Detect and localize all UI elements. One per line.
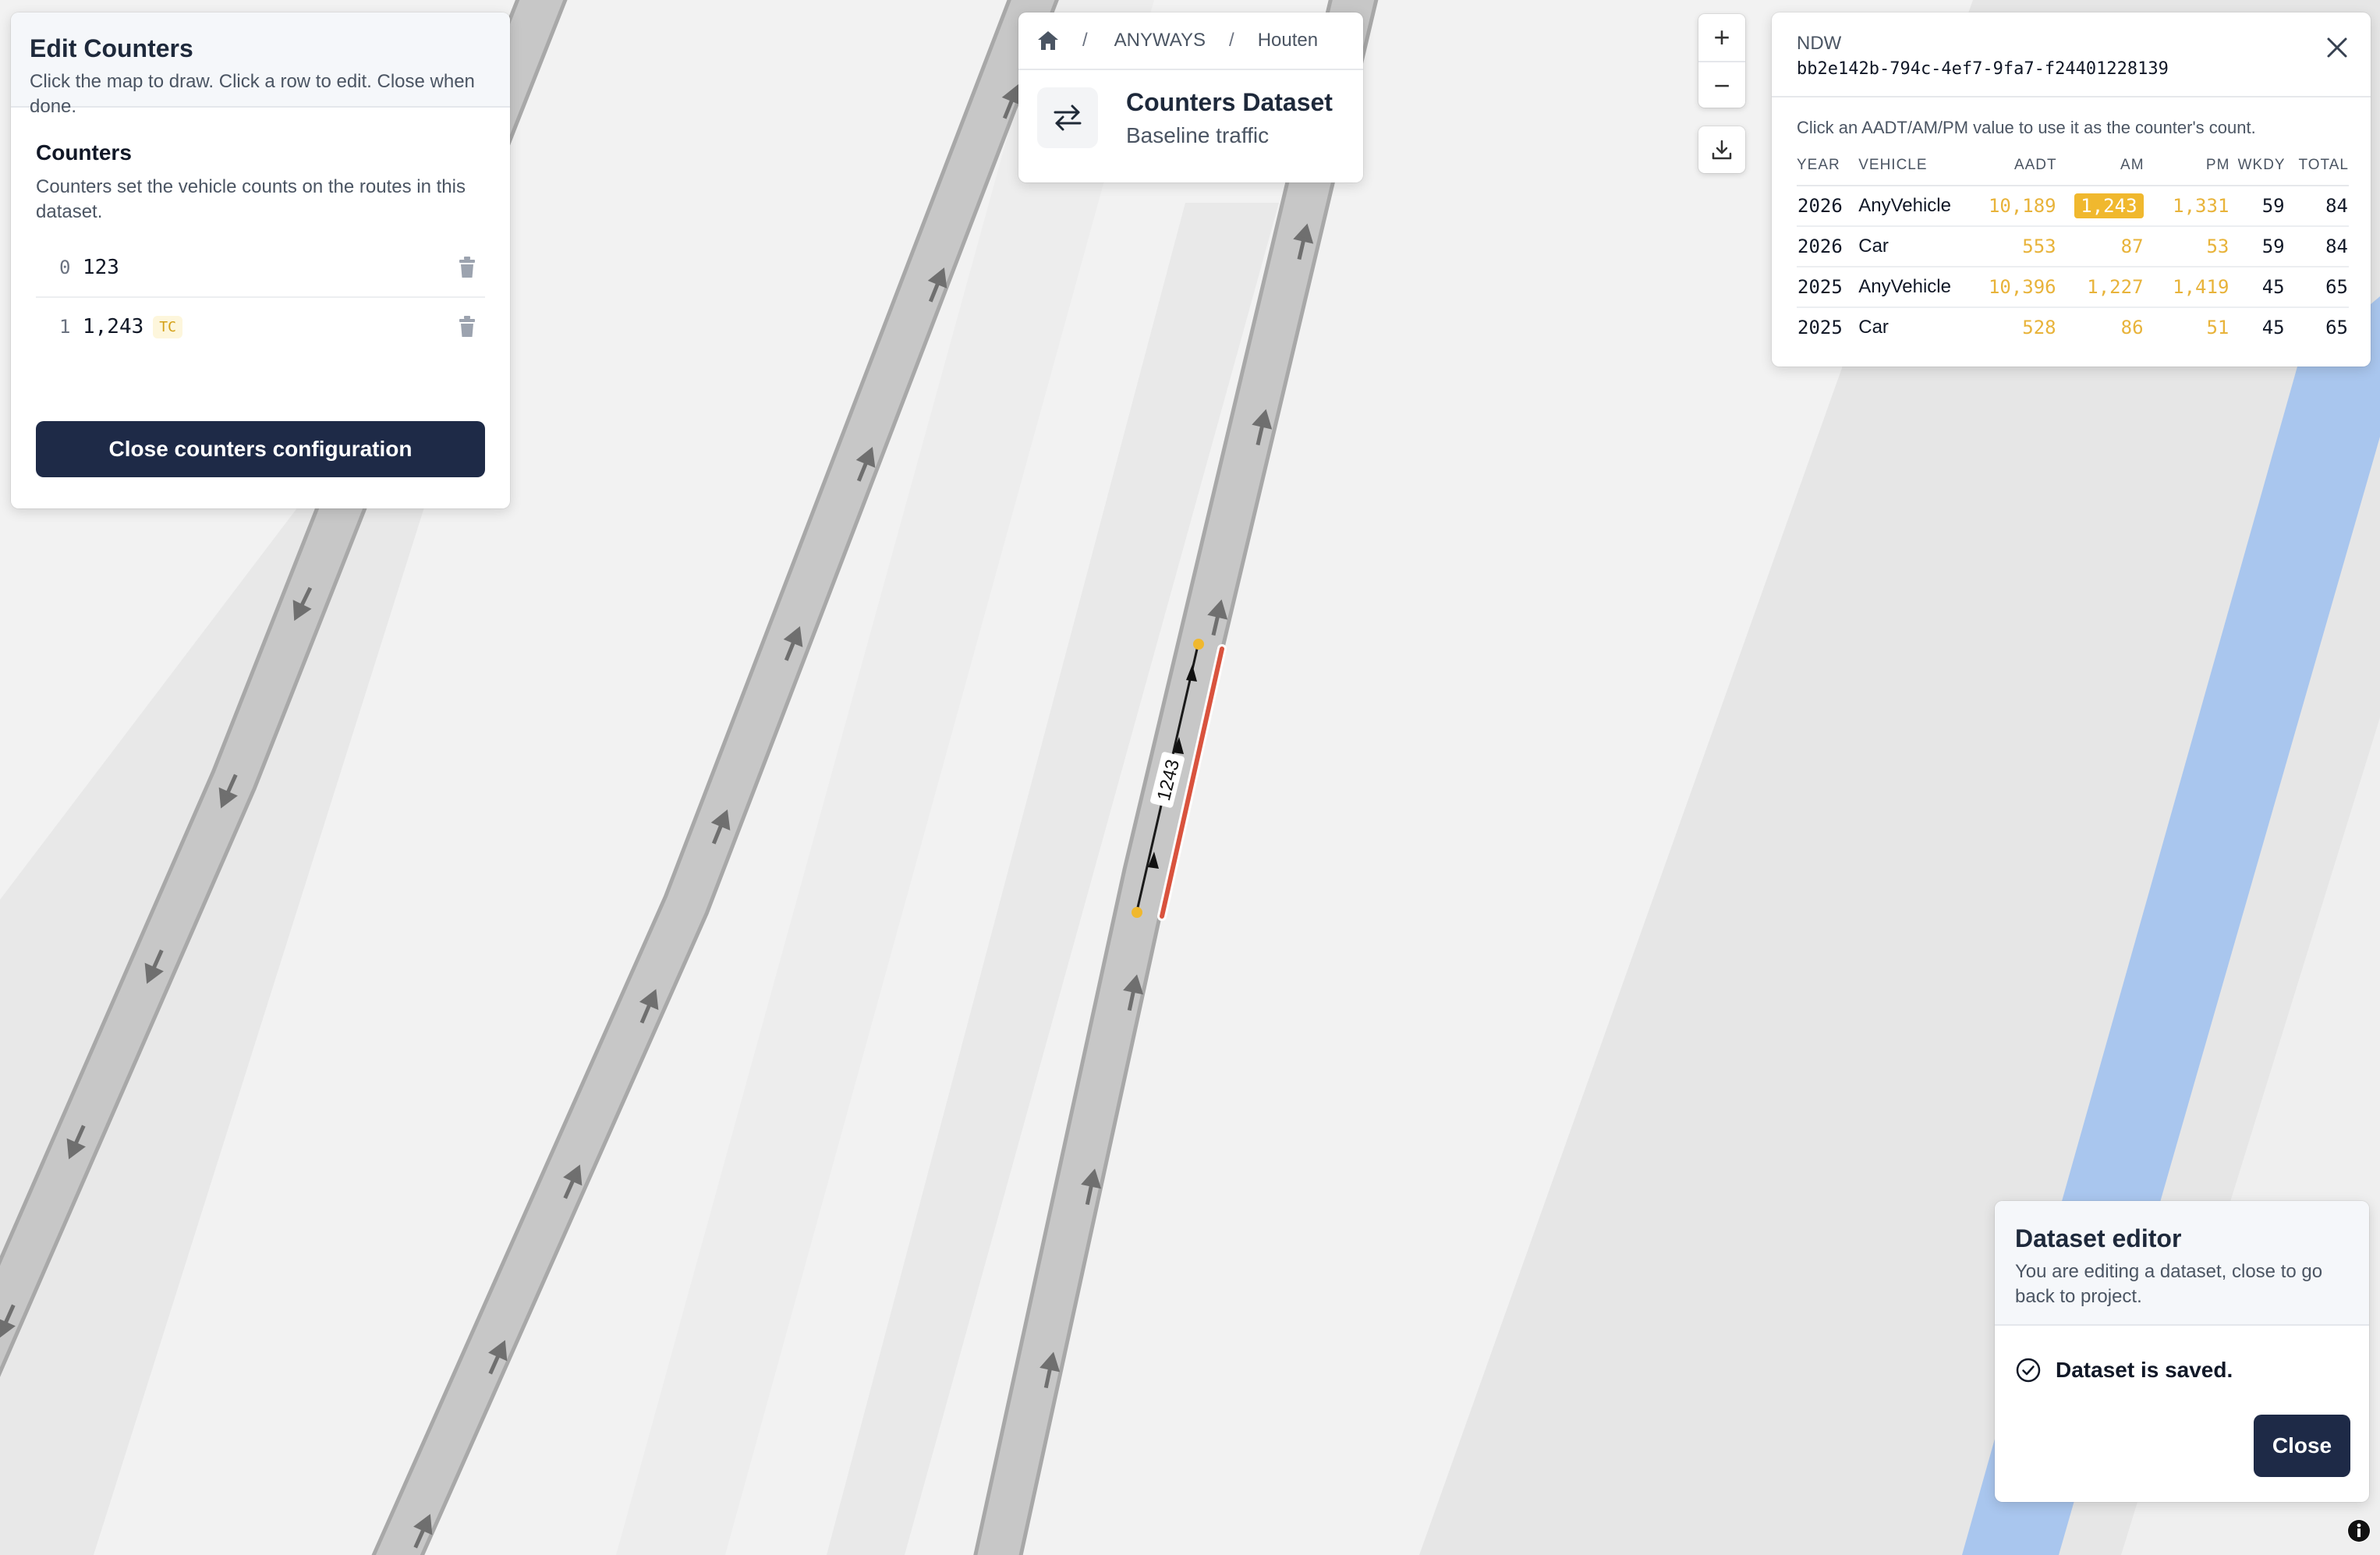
cell-aadt[interactable]: 528 [1978, 307, 2057, 347]
table-row: 2026 Car 553 87 53 59 84 [1797, 226, 2349, 267]
swap-arrows-icon [1037, 87, 1098, 148]
breadcrumb-item[interactable]: ANYWAYS [1114, 30, 1206, 51]
column-header: TOTAL [2285, 151, 2349, 186]
zoom-controls: + − [1698, 14, 1745, 108]
zoom-in-button[interactable]: + [1698, 14, 1745, 62]
dataset-editor-title: Dataset editor [2015, 1224, 2182, 1252]
edit-counters-header: Edit Counters Click the map to draw. Cli… [11, 12, 510, 117]
cell-total: 84 [2285, 186, 2349, 227]
ndw-location-id: bb2e142b-794c-4ef7-9fa7-f24401228139 [1797, 59, 2169, 79]
save-status: Dataset is saved. [1995, 1326, 2369, 1383]
close-icon[interactable] [2325, 36, 2349, 59]
counter-index: 0 [59, 257, 71, 278]
cell-am-selected[interactable]: 1,243 [2074, 193, 2144, 218]
column-header: PM [2144, 151, 2230, 186]
dataset-header-panel: / ANYWAYS / Houten Counters Dataset Base… [1018, 12, 1363, 182]
dataset-title: Counters Dataset [1126, 87, 1333, 116]
cell-wkdy: 45 [2261, 317, 2285, 338]
dataset-editor-subtitle: You are editing a dataset, close to go b… [2015, 1261, 2323, 1307]
cell-aadt[interactable]: 10,396 [1977, 267, 2057, 308]
info-icon [2348, 1520, 2370, 1542]
home-icon[interactable] [1037, 30, 1059, 51]
cell-vehicle: AnyVehicle [1854, 267, 1978, 308]
cell-am[interactable]: 87 [2056, 226, 2144, 267]
counter-row[interactable]: 0 123 [36, 239, 485, 298]
cell-year: 2026 [1797, 226, 1854, 267]
counters-section-desc: Counters set the vehicle counts on the r… [36, 176, 466, 222]
table-row: 2025 Car 528 86 51 45 65 [1797, 307, 2349, 347]
download-icon [1712, 140, 1732, 160]
ndw-hint: Click an AADT/AM/PM value to use it as t… [1797, 118, 2256, 137]
download-button[interactable] [1698, 126, 1745, 173]
dataset-editor-header: Dataset editor You are editing a dataset… [1995, 1201, 2369, 1326]
edit-counters-title: Edit Counters [30, 34, 193, 62]
check-circle-icon [2016, 1358, 2041, 1383]
trash-icon[interactable] [459, 316, 476, 338]
dataset-subtitle: Baseline traffic [1126, 122, 1270, 147]
route-endpoint[interactable] [1132, 907, 1142, 918]
dataset-editor-panel: Dataset editor You are editing a dataset… [1995, 1201, 2369, 1502]
column-header: AM [2056, 151, 2144, 186]
cell-vehicle: Car [1858, 317, 1889, 338]
ndw-counts-table: YEAR VEHICLE AADT AM PM WKDY TOTAL 2026 … [1797, 151, 2349, 347]
table-row: 2025 AnyVehicle 10,396 1,227 1,419 45 65 [1797, 267, 2349, 308]
table-row: 2026 AnyVehicle 10,189 1,243 1,331 59 84 [1797, 186, 2349, 227]
ndw-source-label: NDW [1797, 33, 1842, 54]
close-dataset-editor-button[interactable]: Close [2254, 1415, 2350, 1477]
column-header: VEHICLE [1854, 151, 1978, 186]
cell-wkdy: 59 [2229, 226, 2286, 267]
cell-year: 2026 [1797, 186, 1854, 227]
breadcrumb: / ANYWAYS / Houten [1018, 12, 1363, 70]
counter-value: 123 [83, 256, 119, 279]
counter-value: 1,243 [83, 315, 144, 338]
cell-pm[interactable]: 1,419 [2144, 267, 2230, 308]
counter-index: 1 [59, 316, 71, 338]
cell-wkdy: 45 [2229, 267, 2286, 308]
ndw-counts-panel: NDW bb2e142b-794c-4ef7-9fa7-f24401228139… [1772, 12, 2371, 367]
cell-total: 84 [2285, 226, 2349, 267]
counter-row[interactable]: 1 1,243 TC [36, 298, 485, 356]
cell-pm[interactable]: 51 [2144, 307, 2230, 347]
counters-list: 0 123 1 1,243 TC [36, 239, 485, 356]
cell-wkdy: 59 [2229, 186, 2286, 227]
cell-total: 65 [2325, 317, 2348, 338]
cell-vehicle: Car [1854, 226, 1978, 267]
cell-am[interactable]: 86 [2057, 307, 2144, 347]
save-status-text: Dataset is saved. [2056, 1358, 2233, 1382]
zoom-out-button[interactable]: − [1698, 62, 1745, 109]
cell-pm[interactable]: 53 [2144, 226, 2230, 267]
cell-pm[interactable]: 1,331 [2144, 186, 2230, 227]
breadcrumb-item[interactable]: Houten [1258, 30, 1318, 51]
cell-aadt[interactable]: 553 [1977, 226, 2057, 267]
column-header: YEAR [1797, 151, 1854, 186]
close-counters-configuration-button[interactable]: Close counters configuration [36, 421, 485, 477]
cell-aadt[interactable]: 10,189 [1977, 186, 2057, 227]
trash-icon[interactable] [459, 257, 476, 278]
counters-section-title: Counters [36, 140, 132, 165]
attribution-button[interactable] [2347, 1519, 2371, 1543]
column-header: AADT [1977, 151, 2057, 186]
route-endpoint[interactable] [1193, 639, 1204, 650]
cell-am[interactable]: 1,227 [2056, 267, 2144, 308]
cell-vehicle: AnyVehicle [1854, 186, 1978, 227]
cell-total: 65 [2285, 267, 2349, 308]
cell-year: 2025 [1797, 267, 1854, 308]
column-header: WKDY [2229, 151, 2286, 186]
cell-year: 2025 [1797, 317, 1843, 338]
counter-type-badge: TC [153, 315, 182, 338]
edit-counters-panel: Edit Counters Click the map to draw. Cli… [11, 12, 510, 508]
